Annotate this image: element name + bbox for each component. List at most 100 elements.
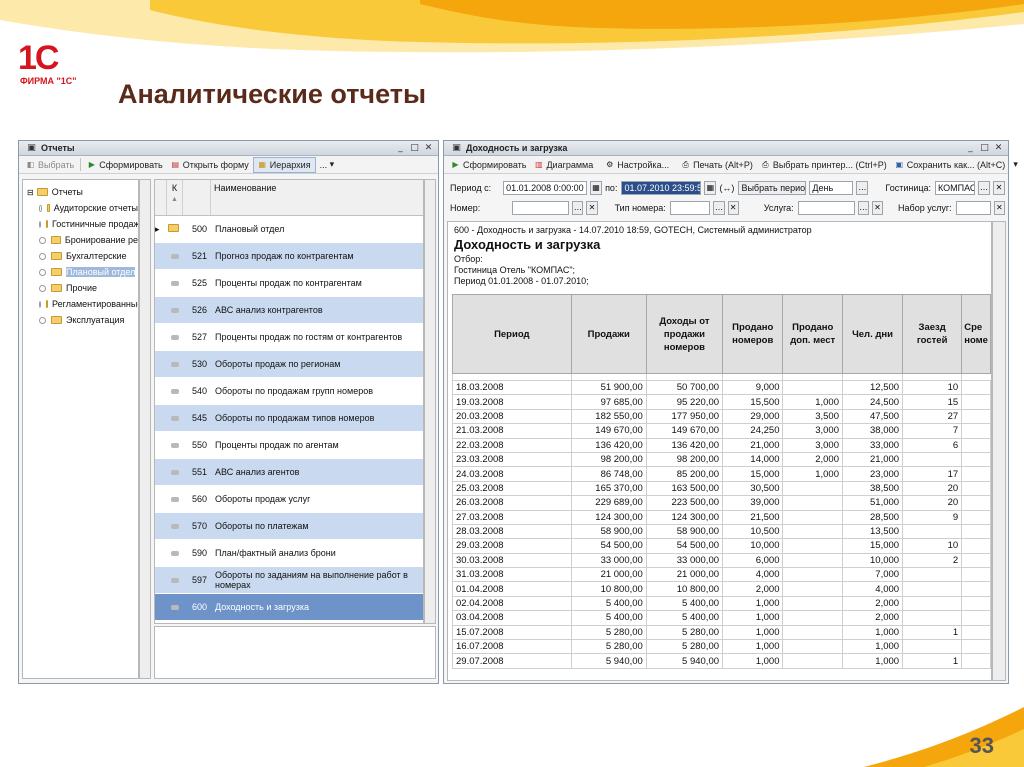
period-nav-button[interactable]: (↔) (719, 183, 734, 193)
select-button[interactable]: … (572, 201, 584, 215)
report-row[interactable]: 21.03.2008 149 670,00 149 670,00 24,250 3,00… (452, 423, 991, 439)
hierarchy-toggle[interactable]: ▦ Иерархия (252, 156, 316, 173)
list-header-name[interactable]: Наименование (211, 180, 423, 215)
period-from-field[interactable]: 01.01.2008 0:00:00 (503, 181, 588, 195)
report-row[interactable]: 23.03.2008 98 200,00 98 200,00 14,000 2,000 2… (452, 451, 991, 468)
report-row[interactable]: 25.03.2008 165 370,00 163 500,00 30,500 38,5… (452, 480, 991, 497)
print-button[interactable]: ⎙ Печать (Alt+P) (677, 157, 757, 173)
maximize-icon[interactable]: □ (409, 143, 420, 154)
period-to-label: по: (605, 183, 618, 193)
tree-root[interactable]: ⊟ Отчеты (23, 184, 138, 200)
minimize-icon[interactable]: _ (965, 143, 976, 154)
report-row[interactable]: 15.07.2008 5 280,00 5 280,00 1,000 1,000 1 (452, 624, 991, 641)
list-row[interactable]: 545 Обороты по продажам типов номеров (155, 405, 423, 432)
maximize-icon[interactable]: □ (979, 143, 990, 154)
tree-item-selected[interactable]: Плановый отдел (23, 264, 138, 280)
hotel-field[interactable]: КОМПАС (935, 181, 976, 195)
period-to-field[interactable]: 01.07.2010 23:59:59 (621, 181, 702, 195)
calendar-icon[interactable]: ▦ (590, 181, 603, 195)
list-row[interactable]: 525 Проценты продаж по контрагентам (155, 270, 423, 297)
select-button[interactable]: … (856, 181, 869, 195)
report-row[interactable]: 28.03.2008 58 900,00 58 900,00 10,500 13,500 (452, 523, 991, 540)
report-row[interactable]: 29.07.2008 5 940,00 5 940,00 1,000 1,000 1 (452, 653, 991, 669)
room-field[interactable] (512, 201, 570, 215)
report-row[interactable]: 27.03.2008 124 300,00 124 300,00 21,500 28,5… (452, 509, 991, 525)
tree-item[interactable]: Гостиничные продажи (23, 216, 138, 232)
report-cell: 15,000 (722, 466, 784, 482)
toolbar-overflow-button[interactable]: ▾ (1009, 157, 1022, 173)
select-button[interactable]: ◧ Выбрать (22, 157, 78, 173)
period-unit-field[interactable]: День (809, 181, 854, 195)
generate-button[interactable]: ▶ Сформировать (447, 157, 530, 173)
report-row[interactable]: 18.03.2008 51 900,00 50 700,00 9,000 12,500 1… (452, 379, 991, 396)
tree-item[interactable]: Аудиторские отчеты (23, 200, 138, 216)
list-row-selected[interactable]: 600 Доходность и загрузка (155, 594, 423, 621)
choose-printer-button[interactable]: ⎙ Выбрать принтер... (Ctrl+P) (757, 157, 891, 173)
close-icon[interactable]: ✕ (423, 143, 434, 154)
clear-icon[interactable]: ✕ (993, 181, 1006, 195)
list-row[interactable]: 570 Обороты по платежам (155, 513, 423, 540)
settings-button[interactable]: ⚙ Настройка... (601, 157, 673, 173)
more-actions-button[interactable]: ... ▾ (316, 157, 339, 173)
report-icon (171, 308, 179, 313)
open-form-button[interactable]: ▤ Открыть форму (167, 157, 253, 173)
report-row[interactable]: 29.03.2008 54 500,00 54 500,00 10,000 15,000… (452, 538, 991, 554)
row-code: 525 (191, 278, 207, 288)
tree-item[interactable]: Бухгалтерские (23, 248, 138, 264)
list-header-code[interactable] (183, 180, 211, 215)
list-row[interactable]: 560 Обороты продаж услуг (155, 486, 423, 513)
list-row[interactable]: 527 Проценты продаж по гостям от контраге… (155, 324, 423, 351)
tree-item[interactable]: Прочие (23, 280, 138, 296)
list-folder-row[interactable]: ▸ 500 Плановый отдел (155, 216, 423, 243)
tree-item[interactable]: Бронирование ре (23, 232, 138, 248)
calendar-icon[interactable]: ▦ (704, 181, 717, 195)
collapse-icon[interactable]: ⊟ (27, 188, 34, 197)
tree-radio-icon (39, 300, 41, 308)
report-row[interactable]: 31.03.2008 21 000,00 21 000,00 4,000 7,000 (452, 567, 991, 583)
list-row[interactable]: 550 Проценты продаж по агентам (155, 432, 423, 459)
report-cell-date: 03.04.2008 (452, 610, 572, 626)
report-row[interactable]: 03.04.2008 5 400,00 5 400,00 1,000 2,000 (452, 610, 991, 626)
list-row[interactable]: 526 АВС анализ контрагентов (155, 297, 423, 324)
list-row[interactable]: 540 Обороты по продажам групп номеров (155, 378, 423, 405)
clear-icon[interactable]: ✕ (993, 201, 1005, 215)
clear-icon[interactable]: ✕ (871, 201, 884, 215)
report-cell: 7 (902, 423, 963, 439)
report-row[interactable]: 24.03.2008 86 748,00 85 200,00 15,000 1,000 2… (452, 466, 991, 482)
list-row[interactable]: 521 Прогноз продаж по контрагентам (155, 243, 423, 270)
minimize-icon[interactable]: _ (395, 143, 406, 154)
report-row[interactable]: 26.03.2008 229 689,00 223 500,00 39,000 51,0… (452, 495, 991, 511)
tree-item[interactable]: Эксплуатация (23, 312, 138, 328)
list-scrollbar[interactable] (424, 179, 436, 624)
close-icon[interactable]: ✕ (993, 143, 1004, 154)
list-row[interactable]: 590 План/фактный анализ брони (155, 540, 423, 567)
list-row[interactable]: 597 Обороты по заданиям на выполнение раб… (155, 567, 423, 594)
col-room-revenue: Доходы от продажи номеров (645, 294, 724, 374)
clear-icon[interactable]: ✕ (727, 201, 739, 215)
list-row[interactable]: 551 АВС анализ агентов (155, 459, 423, 486)
report-row[interactable]: 01.04.2008 10 800,00 10 800,00 2,000 4,000 (452, 581, 991, 597)
report-scrollbar[interactable] (992, 221, 1006, 681)
generate-button[interactable]: ▶ Сформировать (83, 157, 166, 173)
report-row[interactable]: 30.03.2008 33 000,00 33 000,00 6,000 10,000 2 (452, 552, 991, 569)
report-row[interactable]: 22.03.2008 136 420,00 136 420,00 21,000 3,00… (452, 437, 991, 453)
list-header-flag[interactable]: К ▲ (167, 180, 183, 215)
report-row[interactable]: 19.03.2008 97 685,00 95 220,00 15,500 1,000 2… (452, 394, 991, 410)
service-field[interactable] (797, 201, 855, 215)
tree-scrollbar[interactable] (139, 179, 151, 679)
room-type-field[interactable] (669, 201, 711, 215)
report-row[interactable]: 20.03.2008 182 550,00 177 950,00 29,000 3,50… (452, 408, 991, 425)
select-button[interactable]: … (713, 201, 725, 215)
chart-button[interactable]: ▥ Диаграмма (530, 157, 597, 173)
select-button[interactable]: … (857, 201, 869, 215)
report-row[interactable]: 02.04.2008 5 400,00 5 400,00 1,000 2,000 (452, 595, 991, 612)
select-button[interactable]: … (978, 181, 991, 195)
service-set-field[interactable] (955, 201, 991, 215)
report-row[interactable]: 16.07.2008 5 280,00 5 280,00 1,000 1,000 (452, 639, 991, 655)
list-row[interactable]: 530 Обороты продаж по регионам (155, 351, 423, 378)
tree-label: Плановый отдел (66, 267, 136, 277)
save-as-button[interactable]: ▣ Сохранить как... (Alt+C) (891, 157, 1010, 173)
choose-period-button[interactable]: Выбрать период (738, 181, 807, 195)
tree-item[interactable]: Регламентированные (23, 296, 138, 312)
clear-icon[interactable]: ✕ (586, 201, 598, 215)
